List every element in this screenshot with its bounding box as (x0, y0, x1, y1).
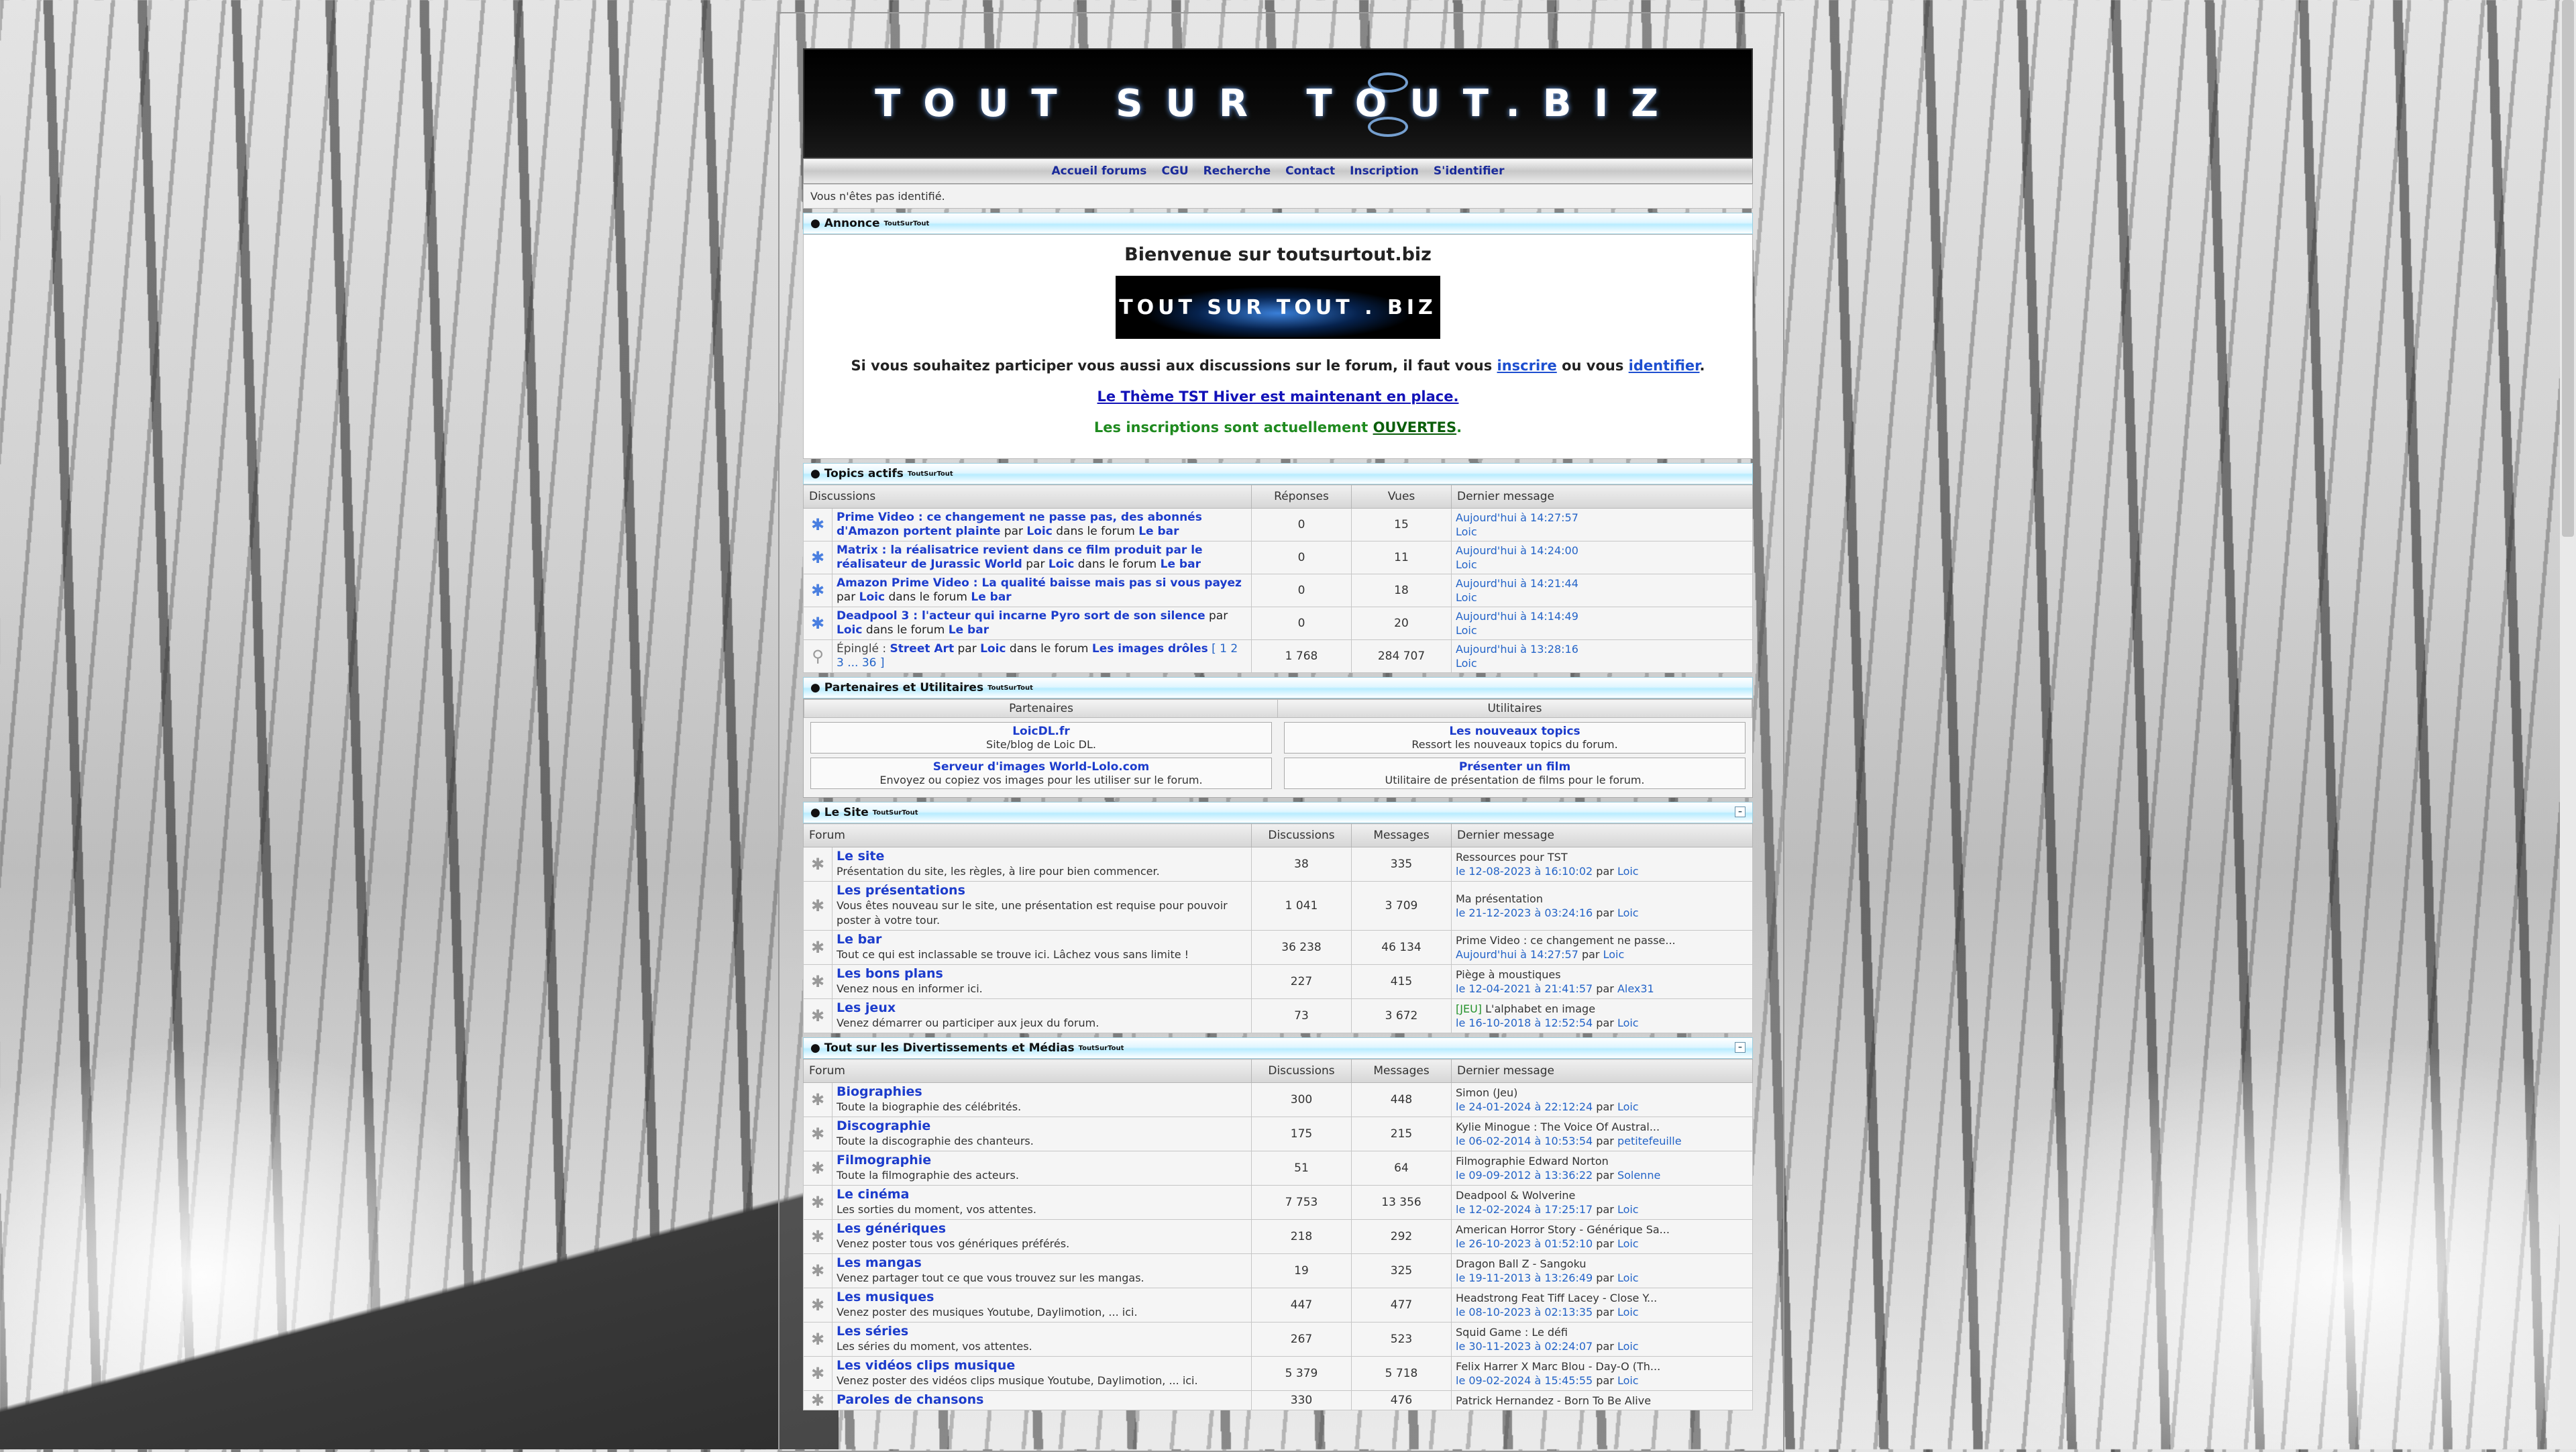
announce-box: Bienvenue sur toutsurtout.biz TOUT SUR T… (803, 234, 1753, 459)
announce-line-registration: Les inscriptions sont actuellement OUVER… (1093, 419, 1462, 435)
new-topic-icon: ✱ (803, 574, 833, 607)
forum-table-site: Forum Discussions Messages Dernier messa… (803, 823, 1753, 1033)
forum-icon: ✱ (803, 1219, 833, 1254)
forum-icon: ✱ (803, 1356, 833, 1391)
forum-row: ✱ Le cinéma Les sorties du moment, vos at… (803, 1185, 1753, 1220)
bullet-icon: ● (810, 1041, 824, 1055)
forum-icon: ✱ (803, 1390, 833, 1410)
nav-recherche[interactable]: Recherche (1203, 164, 1271, 178)
forum-row: ✱ Les génériques Venez poster tous vos gé… (803, 1219, 1753, 1254)
nav-contact[interactable]: Contact (1285, 164, 1335, 178)
bullet-icon: ● (810, 217, 824, 230)
scrollbar-thumb[interactable] (2562, 0, 2574, 537)
nav-accueil[interactable]: Accueil forums (1052, 164, 1147, 178)
forum-row: ✱ Les bons plans Venez nous en informer i… (803, 964, 1753, 999)
bullet-icon: ● (810, 806, 824, 819)
theme-link[interactable]: Le Thème TST Hiver est maintenant en pla… (1097, 388, 1459, 405)
col-discussions: Discussions (803, 484, 1252, 509)
forum-icon: ✱ (803, 847, 833, 882)
collapse-icon[interactable]: – (1735, 1042, 1746, 1053)
new-topic-icon: ✱ (803, 508, 833, 541)
category-media-header: ● Tout sur les Divertissements et Médias… (803, 1037, 1753, 1059)
forum-page: TOUT SUR TOUT.BIZ Accueil forums CGU Rec… (803, 48, 1753, 1449)
forum-row: ✱ Les mangas Venez partager tout ce que v… (803, 1253, 1753, 1288)
forum-icon: ✱ (803, 1322, 833, 1357)
announce-line-join: Si vous souhaitez participer vous aussi … (851, 358, 1705, 374)
utilities-column: Utilitaires Les nouveaux topics Ressort l… (1277, 699, 1752, 793)
forum-icon: ✱ (803, 1288, 833, 1323)
registration-open-link[interactable]: OUVERTES (1373, 419, 1457, 435)
forum-row: ✱ Les jeux Venez démarrer ou participer a… (803, 998, 1753, 1033)
partner-item[interactable]: LoicDL.fr Site/blog de Loic DL. (810, 722, 1272, 754)
forum-icon: ✱ (803, 1151, 833, 1186)
table-row: ✱ Prime Video : ce changement ne passe p… (803, 508, 1753, 541)
forum-icon: ✱ (803, 1185, 833, 1220)
active-topics-header: ● Topics actifs ToutSurTout (803, 463, 1753, 484)
forum-table-media: Forum Discussions Messages Dernier messa… (803, 1059, 1753, 1410)
collapse-icon[interactable]: – (1735, 807, 1746, 817)
forum-row: ✱ Les vidéos clips musique Venez poster d… (803, 1356, 1753, 1391)
background-road (0, 1141, 839, 1449)
nav-login[interactable]: S'identifier (1434, 164, 1505, 178)
nav-cgu[interactable]: CGU (1161, 164, 1188, 178)
forum-row: ✱ Filmographie Toute la filmographie des … (803, 1151, 1753, 1186)
forum-row: ✱ Le bar Tout ce qui est inclassable se t… (803, 930, 1753, 965)
register-link[interactable]: inscrire (1497, 358, 1557, 374)
forum-icon: ✱ (803, 964, 833, 999)
forum-row: ✱ Le site Présentation du site, les règle… (803, 847, 1753, 882)
table-row: ✱ Deadpool 3 : l'acteur qui incarne Pyro… (803, 607, 1753, 640)
forum-icon: ✱ (803, 998, 833, 1033)
forum-icon: ✱ (803, 930, 833, 965)
ring-icon (1368, 72, 1408, 93)
col-replies: Réponses (1251, 484, 1352, 509)
forum-icon: ✱ (803, 1117, 833, 1151)
forum-icon: ✱ (803, 1082, 833, 1117)
login-status: Vous n'êtes pas identifié. (803, 184, 1753, 209)
announce-line-theme: Le Thème TST Hiver est maintenant en pla… (804, 388, 1752, 405)
forum-row: ✱ Paroles de chansons 330 476 Patrick He… (803, 1390, 1753, 1410)
ring-icon (1368, 117, 1408, 137)
bullet-icon: ● (810, 467, 824, 480)
main-nav: Accueil forums CGU Recherche Contact Ins… (803, 158, 1753, 184)
partners-box: Partenaires LoicDL.fr Site/blog de Loic D… (803, 698, 1753, 798)
forum-row: ✱ Les musiques Venez poster des musiques … (803, 1288, 1753, 1323)
forum-row: ✱ Les séries Les séries du moment, vos at… (803, 1322, 1753, 1357)
new-topic-icon: ✱ (803, 541, 833, 574)
utility-item[interactable]: Les nouveaux topics Ressort les nouveaux … (1284, 722, 1746, 754)
active-topics-table: Discussions Réponses Vues Dernier messag… (803, 484, 1753, 673)
login-link[interactable]: identifier (1629, 358, 1700, 374)
forum-icon: ✱ (803, 1253, 833, 1288)
forum-row: ✱ Biographies Toute la biographie des cél… (803, 1082, 1753, 1117)
table-row: ✱ Amazon Prime Video : La qualité baisse… (803, 574, 1753, 607)
partners-header: ● Partenaires et Utilitaires ToutSurTout (803, 677, 1753, 698)
new-topic-icon: ✱ (803, 607, 833, 640)
bullet-icon: ● (810, 681, 824, 694)
category-site-header: ● Le Site ToutSurTout – (803, 802, 1753, 823)
forum-row: ✱ Discographie Toute la discographie des … (803, 1117, 1753, 1151)
partner-item[interactable]: Serveur d'images World-Lolo.com Envoyez o… (810, 758, 1272, 789)
nav-inscription[interactable]: Inscription (1350, 164, 1419, 178)
page-scrollbar[interactable] (2560, 0, 2576, 1449)
announce-header: ● Annonce ToutSurTout (803, 213, 1753, 234)
banner-title: TOUT SUR TOUT.BIZ (875, 81, 1681, 125)
table-row-pinned: ⚲ Épinglé : Street Art par Loic dans le … (803, 639, 1753, 673)
table-row: ✱ Matrix : la réalisatrice revient dans … (803, 541, 1753, 574)
col-views: Vues (1351, 484, 1452, 509)
forum-icon: ✱ (803, 881, 833, 931)
utility-item[interactable]: Présenter un film Utilitaire de présentat… (1284, 758, 1746, 789)
site-banner[interactable]: TOUT SUR TOUT.BIZ (803, 48, 1753, 158)
pin-icon: ⚲ (803, 639, 833, 673)
site-logo: TOUT SUR TOUT . BIZ (1116, 276, 1440, 339)
forum-row: ✱ Les présentations Vous êtes nouveau sur… (803, 881, 1753, 931)
partners-column: Partenaires LoicDL.fr Site/blog de Loic D… (804, 699, 1279, 793)
col-last-post: Dernier message (1451, 484, 1753, 509)
welcome-title: Bienvenue sur toutsurtout.biz (1124, 244, 1432, 265)
